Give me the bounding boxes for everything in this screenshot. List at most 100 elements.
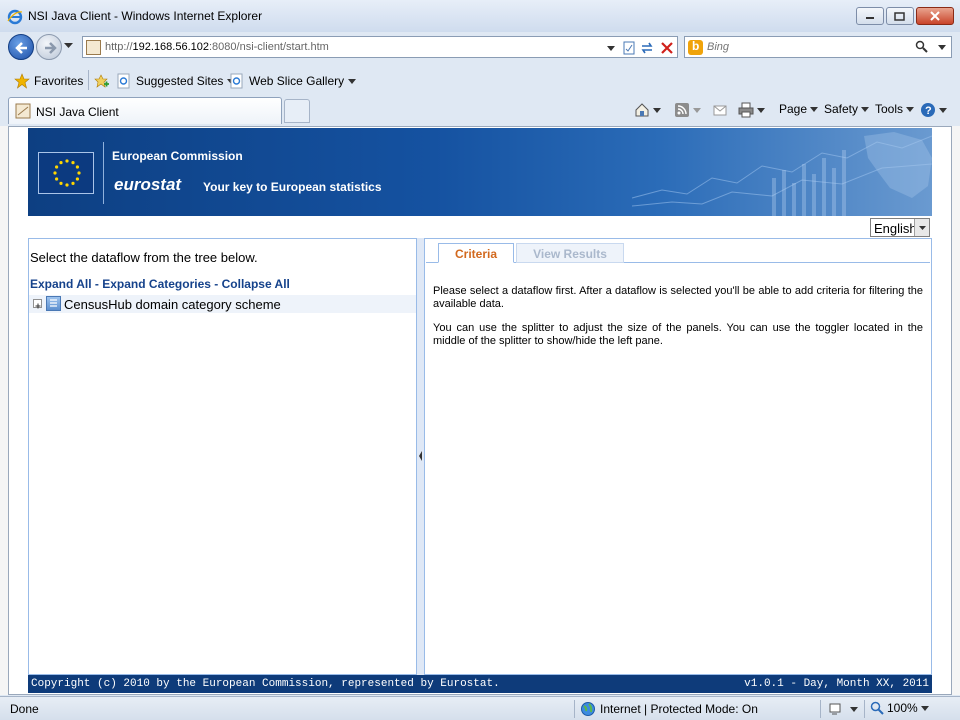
collapse-left-pane-icon[interactable] xyxy=(418,450,423,462)
security-zone-label: Internet | Protected Mode: On xyxy=(600,702,758,716)
tab-nsi-java-client[interactable]: NSI Java Client xyxy=(8,97,282,124)
favorites-button[interactable]: Favorites xyxy=(14,73,83,89)
tab-row: NSI Java Client Page Safety Tools ? xyxy=(0,95,960,125)
maximize-button[interactable] xyxy=(886,7,914,25)
security-zone[interactable]: Internet | Protected Mode: On xyxy=(580,701,758,717)
language-dropdown-button[interactable] xyxy=(914,219,929,236)
eurostat-banner: European Commission eurostat Your key to… xyxy=(28,128,932,216)
minimize-icon xyxy=(866,17,874,19)
recent-pages-dropdown-icon[interactable] xyxy=(64,43,73,49)
status-divider xyxy=(574,700,575,718)
criteria-tab-strip: Criteria View Results xyxy=(426,241,930,263)
criteria-help-text-1: Please select a dataflow first. After a … xyxy=(433,285,923,310)
url-text[interactable]: http://192.168.56.102:8080/nsi-client/st… xyxy=(105,41,329,53)
address-bar[interactable]: http://192.168.56.102:8080/nsi-client/st… xyxy=(82,36,678,58)
zoom-level-label: 100% xyxy=(887,701,918,715)
expand-plus-icon[interactable] xyxy=(33,299,42,309)
status-divider xyxy=(864,700,865,718)
chevron-down-icon xyxy=(653,107,661,113)
help-icon: ? xyxy=(921,103,935,117)
ie-page-icon xyxy=(230,73,243,89)
language-selected-value: English xyxy=(874,221,917,236)
status-bar: Done Internet | Protected Mode: On 100% xyxy=(0,696,960,720)
page-menu-label: Page xyxy=(779,102,808,116)
suggested-sites-label: Suggested Sites xyxy=(136,74,224,88)
search-options-dropdown-icon[interactable] xyxy=(938,45,946,50)
chevron-down-icon xyxy=(920,705,929,711)
page-favicon-icon xyxy=(15,103,31,119)
help-button[interactable]: ? xyxy=(920,102,947,118)
chevron-down-icon xyxy=(757,107,765,113)
suggested-sites-link[interactable]: Suggested Sites xyxy=(116,73,236,89)
expand-categories-link[interactable]: Expand Categories xyxy=(102,277,211,291)
chevron-down-icon xyxy=(861,106,870,112)
zoom-magnifier-icon xyxy=(870,701,884,715)
tree-instruction: Select the dataflow from the tree below. xyxy=(30,250,258,265)
tree-node-censushub[interactable]: CensusHub domain category scheme xyxy=(29,295,416,313)
internet-explorer-icon xyxy=(7,9,23,25)
european-commission-label: European Commission xyxy=(112,149,243,163)
criteria-help-text-2: You can use the splitter to adjust the s… xyxy=(433,322,923,347)
tools-menu-label: Tools xyxy=(875,102,904,116)
chevron-down-icon xyxy=(810,106,819,112)
web-slice-gallery-label: Web Slice Gallery xyxy=(249,74,345,88)
tree-actions: Expand All - Expand Categories - Collaps… xyxy=(30,277,290,291)
pane-splitter[interactable] xyxy=(417,238,424,675)
tab-criteria[interactable]: Criteria xyxy=(438,243,514,263)
zoom-level-button[interactable]: 100% xyxy=(870,701,929,715)
stop-icon[interactable] xyxy=(659,40,675,56)
address-row: http://192.168.56.102:8080/nsi-client/st… xyxy=(0,32,960,62)
forward-arrow-icon xyxy=(45,42,57,54)
close-icon xyxy=(930,11,940,21)
search-icon[interactable] xyxy=(915,40,929,54)
mail-icon xyxy=(713,105,727,116)
feeds-button[interactable] xyxy=(674,102,701,118)
tools-menu-button[interactable]: Tools xyxy=(875,102,915,116)
chevron-down-icon xyxy=(348,78,357,84)
protected-mode-icon[interactable] xyxy=(829,702,845,716)
version-text: v1.0.1 - Day, Month XX, 2011 xyxy=(744,678,929,690)
web-slice-gallery-link[interactable]: Web Slice Gallery xyxy=(229,73,357,89)
favorites-label: Favorites xyxy=(34,74,84,88)
print-button[interactable] xyxy=(738,102,765,118)
minimize-button[interactable] xyxy=(856,7,884,25)
collapse-all-link[interactable]: Collapse All xyxy=(222,277,290,291)
tab-view-results[interactable]: View Results xyxy=(516,243,624,263)
home-button[interactable] xyxy=(634,102,661,118)
back-button[interactable] xyxy=(8,34,34,60)
compatibility-view-icon[interactable] xyxy=(621,40,637,56)
tree-action-separator: - xyxy=(210,277,222,291)
bing-icon xyxy=(688,39,703,55)
favorites-bar: Favorites Suggested Sites Web Slice Gall… xyxy=(0,66,960,94)
forward-button[interactable] xyxy=(36,34,62,60)
refresh-icon[interactable] xyxy=(639,40,655,56)
page-margin-left xyxy=(0,126,8,695)
tree-action-separator: - xyxy=(91,277,103,291)
status-divider xyxy=(820,700,821,718)
search-box[interactable] xyxy=(684,36,952,58)
language-select[interactable]: English xyxy=(870,218,930,237)
chevron-down-icon[interactable] xyxy=(850,707,858,712)
new-tab-button[interactable] xyxy=(284,99,310,123)
banner-chart-graphic xyxy=(632,132,932,216)
tree-node-label: CensusHub domain category scheme xyxy=(64,297,281,312)
page-menu-button[interactable]: Page xyxy=(779,102,819,116)
banner-tagline: Your key to European statistics xyxy=(203,180,382,194)
title-bar: NSI Java Client - Windows Internet Explo… xyxy=(0,0,960,32)
category-scheme-icon xyxy=(46,296,61,311)
search-input[interactable] xyxy=(707,39,907,55)
close-button[interactable] xyxy=(916,7,954,25)
safety-menu-button[interactable]: Safety xyxy=(824,102,870,116)
add-to-favorites-bar-button[interactable] xyxy=(94,73,110,89)
tab-title: NSI Java Client xyxy=(36,105,119,119)
printer-icon xyxy=(738,102,754,118)
window-title: NSI Java Client - Windows Internet Explo… xyxy=(28,9,263,23)
favorites-star-icon xyxy=(14,73,30,89)
add-favorite-icon xyxy=(94,74,109,88)
ie-page-icon xyxy=(117,73,130,89)
read-mail-button[interactable] xyxy=(712,102,728,118)
restore-icon xyxy=(894,12,905,21)
chevron-down-icon xyxy=(693,107,701,113)
address-dropdown-icon[interactable] xyxy=(603,40,619,56)
expand-all-link[interactable]: Expand All xyxy=(30,277,92,291)
